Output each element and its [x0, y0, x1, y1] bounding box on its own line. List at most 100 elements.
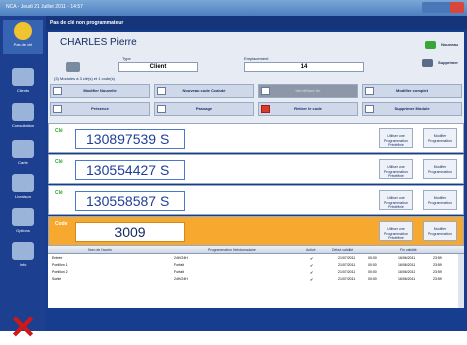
location-field[interactable]: 14 — [244, 62, 364, 72]
checkbox[interactable]: ✔ — [310, 256, 313, 261]
column-header[interactable]: Nom de l'accès — [88, 248, 112, 252]
disabled-button[interactable]: Identifiant de — [258, 84, 358, 98]
code-row[interactable]: Clé 130554427 S Utiliser une Programmati… — [48, 154, 464, 184]
use-preset-button[interactable]: Utiliser une Programmation Prédéfinie — [379, 221, 413, 241]
cell-schedule: Forfait — [174, 270, 184, 274]
type-field[interactable]: Client — [118, 62, 198, 72]
sidebar-item-clients[interactable]: Clients — [3, 66, 43, 100]
close-window-button[interactable] — [450, 2, 464, 13]
sidebar-item-label: Options — [16, 228, 30, 233]
sidebar-item-consultation[interactable]: Consultation — [3, 101, 43, 135]
table-row[interactable]: Portillon 1 Forfait ✔ 21/07/2011 00:00 1… — [48, 262, 464, 269]
module-count: (3) Modules à 3 clé(s) et 1 code(s) — [54, 76, 115, 81]
passage-button[interactable]: Passage — [154, 102, 254, 116]
modify-complete-button[interactable]: Modifier complet — [362, 84, 462, 98]
info-icon — [12, 242, 34, 260]
status-bar — [48, 310, 464, 329]
cell-end-time: 23:59 — [433, 256, 442, 260]
table-row[interactable]: Entrée 24H/24H ✔ 21/07/2011 00:00 16/06/… — [48, 255, 464, 262]
sidebar-item-delivery[interactable]: Livraison — [3, 172, 43, 206]
id-icon — [261, 87, 270, 95]
sidebar-item-card[interactable]: Carte — [3, 138, 43, 172]
checkbox[interactable]: ✔ — [310, 277, 313, 282]
main-panel: Pas de clé non programmateur CHARLES Pie… — [46, 16, 467, 331]
window-title: NCA - Jeudi 21 Juillet 2011 - 14:57 — [6, 4, 83, 10]
code-row-selected[interactable]: Code 3009 Utiliser une Programmation Pré… — [48, 216, 464, 246]
card-icon — [157, 87, 166, 95]
new-button[interactable]: Nouveau — [425, 40, 458, 50]
code-type: Code — [55, 221, 68, 227]
code-value: 3009 — [75, 222, 185, 242]
sidebar-item-options[interactable]: Options — [3, 206, 43, 240]
cell-end-date: 16/06/2011 — [398, 256, 416, 260]
code-value: 130897539 S — [75, 129, 185, 149]
cell-start-time: 00:00 — [368, 277, 377, 281]
sidebar-item-label: Consultation — [11, 123, 35, 128]
cell-start-time: 00:00 — [368, 263, 377, 267]
code-row[interactable]: Clé 130558587 S Utiliser une Programmati… — [48, 185, 464, 215]
column-header[interactable]: Activé — [306, 248, 316, 252]
new-card-button[interactable]: Nouveau code Ccaluté — [154, 84, 254, 98]
cell-start-date: 21/07/2011 — [338, 256, 356, 260]
delete-code-button[interactable]: Retirer le code — [258, 102, 358, 116]
window-controls[interactable] — [422, 2, 464, 13]
table-row[interactable]: Portillon 2 Forfait ✔ 21/07/2011 00:00 1… — [48, 269, 464, 276]
exit-button[interactable]: ✕ — [8, 311, 38, 343]
cell-start-time: 00:00 — [368, 270, 377, 274]
cell-schedule: 24H/24H — [174, 256, 188, 260]
table-row[interactable]: Sortie 24H/24H ✔ 21/07/2011 00:00 16/06/… — [48, 276, 464, 283]
cell-access: Portillon 1 — [52, 263, 68, 267]
remove-icon — [261, 105, 270, 113]
modify-schedule-button[interactable]: Modifier Programmation — [423, 159, 457, 179]
type-label: Type — [122, 56, 131, 61]
sidebar: Pas de clé Clients Consultation Carte Li… — [0, 16, 46, 343]
cell-end-date: 16/06/2011 — [398, 277, 416, 281]
card-icon — [12, 140, 34, 158]
cell-end-date: 16/06/2011 — [398, 270, 416, 274]
key-circle-icon — [14, 22, 32, 40]
cell-end-date: 16/06/2011 — [398, 263, 416, 267]
delete-button[interactable]: Supprimer — [421, 58, 458, 68]
sidebar-item-label: Clients — [16, 88, 30, 93]
sidebar-item-no-key[interactable]: Pas de clé — [3, 20, 43, 54]
presence-button[interactable]: Présence — [50, 102, 150, 116]
delete-module-button[interactable]: Supprimer Module — [362, 102, 462, 116]
column-header[interactable]: Début validité — [332, 248, 353, 252]
header-panel: CHARLES Pierre Type Client Emplacement 1… — [48, 32, 464, 136]
passage-icon — [157, 105, 166, 113]
badge-icon — [66, 62, 80, 72]
table-header: Nom de l'accès Programmation Hebdomadair… — [48, 246, 464, 254]
use-preset-button[interactable]: Utiliser une Programmation Prédéfinie — [379, 190, 413, 210]
checkbox[interactable]: ✔ — [310, 263, 313, 268]
modify-button[interactable]: Modifier Nouvelle — [50, 84, 150, 98]
cell-start-date: 21/07/2011 — [338, 270, 356, 274]
sidebar-item-label: Pas de clé — [13, 42, 33, 47]
access-table: Nom de l'accès Programmation Hebdomadair… — [48, 246, 464, 308]
cell-access: Entrée — [52, 256, 63, 260]
code-row[interactable]: Clé 130897539 S Utiliser une Programmati… — [48, 123, 464, 153]
vertical-scrollbar[interactable] — [458, 254, 464, 308]
cell-access: Sortie — [52, 277, 62, 281]
cell-schedule: 24H/24H — [174, 277, 188, 281]
modify-schedule-button[interactable]: Modifier Programmation — [423, 190, 457, 210]
edit-icon — [53, 87, 62, 95]
sidebar-item-label: Livraison — [14, 194, 31, 199]
options-icon — [12, 208, 34, 226]
sidebar-item-info[interactable]: Info — [3, 240, 43, 274]
modify-schedule-button[interactable]: Modifier Programmation — [423, 128, 457, 148]
use-preset-button[interactable]: Utiliser une Programmation Prédéfinie — [379, 128, 413, 148]
delivery-icon — [12, 174, 34, 192]
clients-icon — [12, 68, 34, 86]
code-type: Clé — [55, 159, 63, 165]
modify-schedule-button[interactable]: Modifier Programmation — [423, 221, 457, 241]
use-preset-button[interactable]: Utiliser une Programmation Prédéfinie — [379, 159, 413, 179]
column-header[interactable]: Programmation Hebdomadaire — [208, 248, 256, 252]
page-title: Pas de clé non programmateur — [46, 16, 467, 30]
delete-icon — [365, 105, 374, 113]
toolbar: Modifier Nouvelle Nouveau code Ccaluté I… — [50, 84, 462, 124]
cell-start-date: 21/07/2011 — [338, 277, 356, 281]
checkbox[interactable]: ✔ — [310, 270, 313, 275]
cell-start-time: 00:00 — [368, 256, 377, 260]
presence-icon — [53, 105, 62, 113]
column-header[interactable]: Fin validité — [400, 248, 417, 252]
